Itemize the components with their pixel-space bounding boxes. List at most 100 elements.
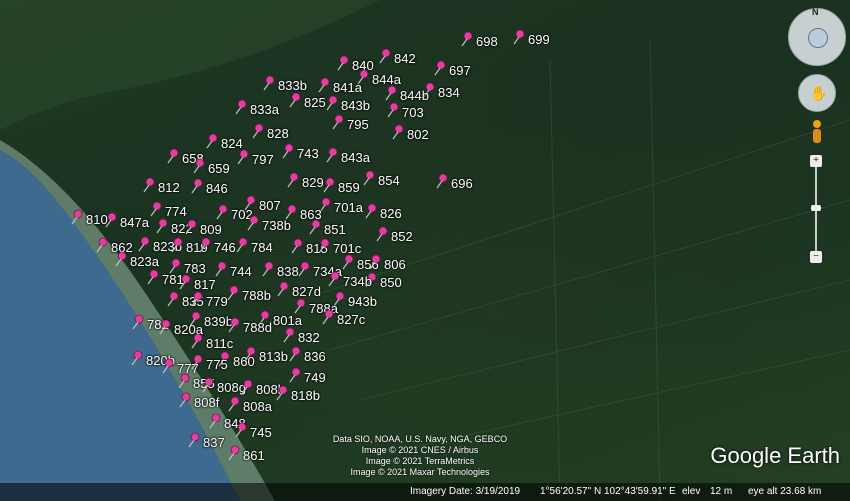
street-view-pegman-icon[interactable] bbox=[811, 120, 823, 144]
placemark-pin-icon[interactable] bbox=[177, 373, 191, 389]
compass-look-control[interactable]: N bbox=[788, 7, 846, 66]
placemark-label[interactable]: 844b bbox=[400, 89, 429, 102]
placemark-label[interactable]: 699 bbox=[528, 33, 550, 46]
placemark-pin-icon[interactable] bbox=[188, 311, 202, 327]
placemark-pin-icon[interactable] bbox=[240, 379, 254, 395]
placemark-pin-icon[interactable] bbox=[201, 377, 215, 393]
placemark-pin-icon[interactable] bbox=[321, 309, 335, 325]
placemark-label[interactable]: 813b bbox=[259, 350, 288, 363]
placemark-pin-icon[interactable] bbox=[234, 422, 248, 438]
placemark-pin-icon[interactable] bbox=[331, 114, 345, 130]
placemark-pin-icon[interactable] bbox=[137, 236, 151, 252]
placemark-pin-icon[interactable] bbox=[288, 92, 302, 108]
placemark-label[interactable]: 779 bbox=[206, 295, 228, 308]
placemark-label[interactable]: 851 bbox=[324, 223, 346, 236]
placemark-pin-icon[interactable] bbox=[275, 385, 289, 401]
placemark-pin-icon[interactable] bbox=[235, 237, 249, 253]
placemark-pin-icon[interactable] bbox=[166, 148, 180, 164]
placemark-label[interactable]: 828 bbox=[267, 127, 289, 140]
placemark-label[interactable]: 795 bbox=[347, 118, 369, 131]
placemark-label[interactable]: 811c bbox=[206, 337, 233, 350]
placemark-pin-icon[interactable] bbox=[161, 358, 175, 374]
placemark-label[interactable]: 817 bbox=[194, 278, 216, 291]
placemark-label[interactable]: 744 bbox=[230, 265, 252, 278]
placemark-pin-icon[interactable] bbox=[170, 237, 184, 253]
placemark-pin-icon[interactable] bbox=[236, 149, 250, 165]
placemark-label[interactable]: 806 bbox=[384, 258, 406, 271]
placemark-pin-icon[interactable] bbox=[104, 212, 118, 228]
placemark-label[interactable]: 801a bbox=[273, 314, 302, 327]
placemark-label[interactable]: 832 bbox=[298, 331, 320, 344]
placemark-pin-icon[interactable] bbox=[214, 261, 228, 277]
zoom-in-button[interactable]: + bbox=[810, 155, 822, 167]
placemark-label[interactable]: 846 bbox=[206, 182, 228, 195]
placemark-label[interactable]: 659 bbox=[208, 162, 230, 175]
placemark-label[interactable]: 837 bbox=[203, 436, 225, 449]
placemark-pin-icon[interactable] bbox=[293, 298, 307, 314]
zoom-slider-handle[interactable] bbox=[811, 205, 821, 211]
placemark-pin-icon[interactable] bbox=[281, 143, 295, 159]
move-hand-control[interactable]: ✋ bbox=[798, 74, 836, 112]
placemark-label[interactable]: 841a bbox=[333, 81, 362, 94]
placemark-pin-icon[interactable] bbox=[322, 177, 336, 193]
placemark-label[interactable]: 774 bbox=[165, 205, 187, 218]
placemark-pin-icon[interactable] bbox=[327, 271, 341, 287]
placemark-pin-icon[interactable] bbox=[391, 124, 405, 140]
placemark-pin-icon[interactable] bbox=[261, 261, 275, 277]
placemark-label[interactable]: 749 bbox=[304, 371, 326, 384]
placemark-pin-icon[interactable] bbox=[512, 29, 526, 45]
placemark-label[interactable]: 808f bbox=[194, 396, 219, 409]
placemark-label[interactable]: 836 bbox=[304, 350, 326, 363]
placemark-label[interactable]: 808a bbox=[243, 400, 272, 413]
placemark-label[interactable]: 703 bbox=[402, 106, 424, 119]
placemark-pin-icon[interactable] bbox=[114, 251, 128, 267]
placemark-label[interactable]: 788d bbox=[243, 321, 272, 334]
placemark-pin-icon[interactable] bbox=[364, 203, 378, 219]
placemark-label[interactable]: 833b bbox=[278, 79, 307, 92]
placemark-label[interactable]: 833a bbox=[250, 103, 279, 116]
zoom-out-button[interactable]: − bbox=[810, 251, 822, 263]
placemark-label[interactable]: 827c bbox=[337, 313, 365, 326]
placemark-label[interactable]: 797 bbox=[252, 153, 274, 166]
placemark-label[interactable]: 843b bbox=[341, 99, 370, 112]
placemark-pin-icon[interactable] bbox=[243, 346, 257, 362]
placemark-pin-icon[interactable] bbox=[336, 55, 350, 71]
placemark-label[interactable]: 809 bbox=[200, 223, 222, 236]
placemark-pin-icon[interactable] bbox=[433, 60, 447, 76]
placemark-pin-icon[interactable] bbox=[192, 158, 206, 174]
placemark-pin-icon[interactable] bbox=[384, 85, 398, 101]
placemark-pin-icon[interactable] bbox=[251, 123, 265, 139]
placemark-pin-icon[interactable] bbox=[234, 99, 248, 115]
placemark-pin-icon[interactable] bbox=[325, 95, 339, 111]
placemark-pin-icon[interactable] bbox=[70, 209, 84, 225]
placemark-label[interactable]: 843a bbox=[341, 151, 370, 164]
placemark-pin-icon[interactable] bbox=[226, 285, 240, 301]
placemark-pin-icon[interactable] bbox=[190, 333, 204, 349]
placemark-label[interactable]: 698 bbox=[476, 35, 498, 48]
placemark-pin-icon[interactable] bbox=[142, 177, 156, 193]
placemark-label[interactable]: 745 bbox=[250, 426, 272, 439]
placemark-pin-icon[interactable] bbox=[190, 178, 204, 194]
placemark-pin-icon[interactable] bbox=[215, 204, 229, 220]
placemark-pin-icon[interactable] bbox=[297, 261, 311, 277]
placemark-label[interactable]: 854 bbox=[378, 174, 400, 187]
placemark-pin-icon[interactable] bbox=[227, 396, 241, 412]
placemark-pin-icon[interactable] bbox=[435, 173, 449, 189]
placemark-label[interactable]: 823a bbox=[130, 255, 159, 268]
placemark-label[interactable]: 802 bbox=[407, 128, 429, 141]
placemark-pin-icon[interactable] bbox=[95, 237, 109, 253]
placemark-label[interactable]: 825 bbox=[304, 96, 326, 109]
placemark-label[interactable]: 943b bbox=[348, 295, 377, 308]
placemark-pin-icon[interactable] bbox=[460, 31, 474, 47]
placemark-label[interactable]: 852 bbox=[391, 230, 413, 243]
map-viewport[interactable]: { "app":"Google Earth", "compass_label":… bbox=[0, 0, 850, 501]
placemark-pin-icon[interactable] bbox=[246, 215, 260, 231]
placemark-label[interactable]: 696 bbox=[451, 177, 473, 190]
placemark-pin-icon[interactable] bbox=[166, 291, 180, 307]
placemark-label[interactable]: 818b bbox=[291, 389, 320, 402]
placemark-pin-icon[interactable] bbox=[208, 413, 222, 429]
placemark-pin-icon[interactable] bbox=[308, 219, 322, 235]
placemark-label[interactable]: 746 bbox=[214, 241, 236, 254]
placemark-pin-icon[interactable] bbox=[386, 102, 400, 118]
placemark-pin-icon[interactable] bbox=[155, 218, 169, 234]
